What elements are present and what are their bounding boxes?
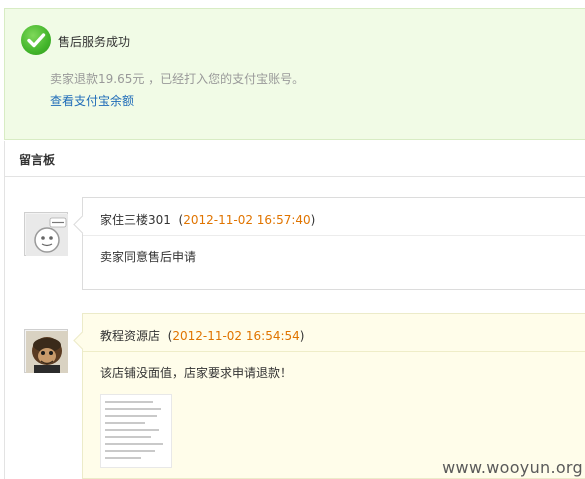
view-alipay-balance-link[interactable]: 查看支付宝余额 <box>50 92 134 109</box>
message-body: 卖家同意售后申请 <box>100 250 197 264</box>
message-header: 教程资源店 (2012-11-02 16:54:54) <box>100 329 305 343</box>
message-body: 该店铺没面值，店家要求申请退款！ <box>100 366 293 380</box>
message-divider <box>83 351 585 352</box>
message-board-title: 留言板 <box>19 153 56 167</box>
refund-description: 卖家退款19.65元 ，已经打入您的支付宝账号。 <box>50 72 305 86</box>
message-pointer <box>73 215 92 234</box>
message-author: 家住三楼301 <box>100 213 171 227</box>
success-title: 售后服务成功 <box>58 35 131 49</box>
message-date: 2012-11-02 16:54:54 <box>172 329 300 343</box>
message-board-header: 留言板 <box>4 141 585 177</box>
monkey-avatar-icon[interactable] <box>24 329 68 373</box>
message-divider <box>83 235 585 236</box>
message-board-border <box>4 177 7 479</box>
watermark: www.wooyun.org <box>442 458 583 477</box>
check-circle-icon <box>21 25 51 55</box>
message-pointer <box>73 331 92 350</box>
message-item: 家住三楼301 (2012-11-02 16:57:40) 卖家同意售后申请 <box>73 197 585 290</box>
message-item: 教程资源店 (2012-11-02 16:54:54) 该店铺没面值，店家要求申… <box>73 313 585 479</box>
default-avatar-icon[interactable] <box>24 212 68 256</box>
message-header: 家住三楼301 (2012-11-02 16:57:40) <box>100 213 316 227</box>
message-date: 2012-11-02 16:57:40 <box>183 213 311 227</box>
success-panel: 售后服务成功 卖家退款19.65元 ，已经打入您的支付宝账号。 查看支付宝余额 <box>4 8 585 140</box>
attachment-thumbnail[interactable] <box>100 394 172 468</box>
message-author: 教程资源店 <box>100 329 161 343</box>
